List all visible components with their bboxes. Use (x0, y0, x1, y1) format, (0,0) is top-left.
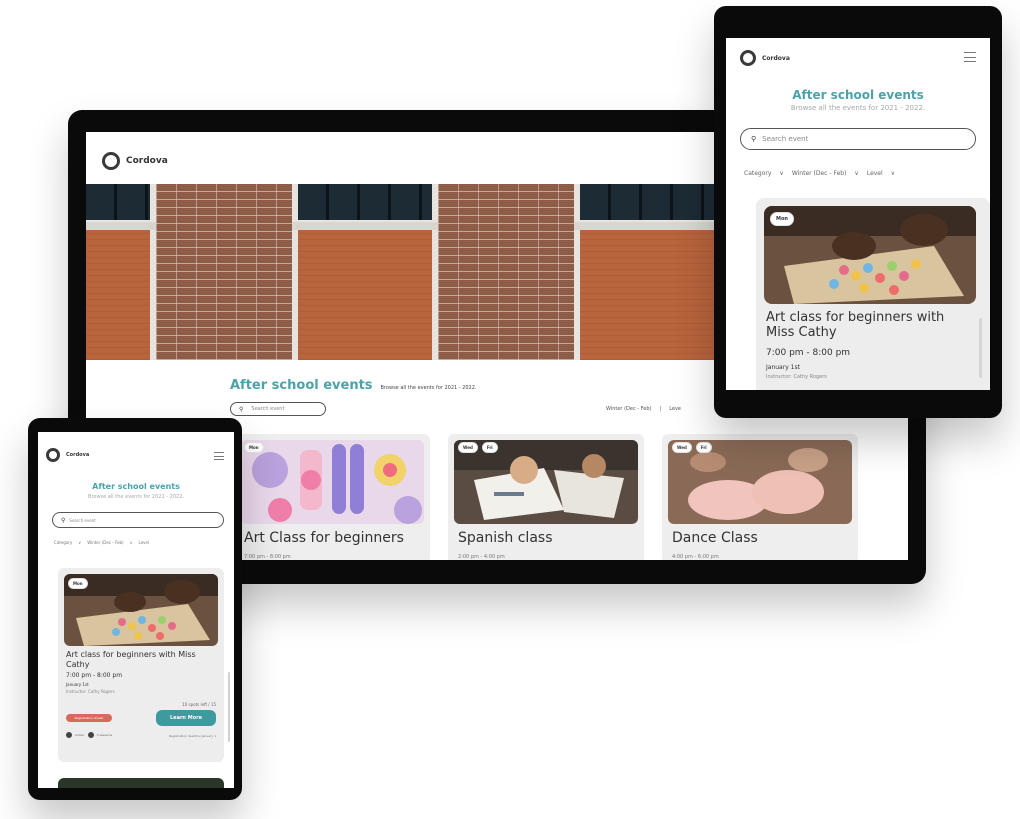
event-card[interactable]: Wed Fri Dance Class 4:00 pm - 6:00 pm (662, 434, 858, 560)
category-filter[interactable]: Category (744, 170, 771, 177)
search-placeholder: Search event (762, 135, 809, 143)
search-icon: ⚲ (239, 405, 244, 413)
brand-name: Cordova (66, 452, 90, 458)
page-subtitle: Browse all the events for 2021 - 2022. (380, 385, 477, 391)
search-input[interactable]: ⚲ Search event (740, 128, 976, 150)
brand-logo[interactable]: Cordova (740, 50, 790, 66)
brand-name: Cordova (126, 156, 168, 166)
chevron-down-icon: ∨ (890, 170, 896, 177)
day-chip: Fri (695, 442, 712, 453)
brand-name: Cordova (762, 54, 790, 62)
event-title[interactable]: Dance Class (672, 530, 758, 546)
brand-logo[interactable]: Cordova (46, 448, 89, 462)
tablet-frame: Cordova After school events Browse all t… (714, 6, 1002, 418)
event-instructor: Instructor: Cathy Rogers (766, 374, 827, 380)
status-badge: Registration closed (66, 714, 112, 722)
scrollbar[interactable] (228, 672, 230, 742)
day-chip: Mon (68, 578, 88, 589)
search-input[interactable]: ⚲ Search event (230, 402, 326, 416)
phone-frame: Cordova After school events Browse all t… (28, 418, 242, 800)
event-instructor: Instructor: Cathy Rogers (66, 689, 115, 694)
level-filter[interactable]: Level (867, 170, 883, 177)
filter-bar: Category ∨ Winter (Dec - Feb) ∨ Level ∨ (744, 170, 990, 177)
chevron-down-icon: ∨ (779, 170, 784, 177)
filter-bar: Winter (Dec - Feb) | Leve (606, 406, 681, 412)
filter-bar: Category ∨ Winter (Dec - Feb) ∨ Level (54, 540, 230, 545)
phone-screen: Cordova After school events Browse all t… (38, 432, 234, 788)
event-time: 2:00 pm - 4:00 pm (458, 554, 505, 560)
season-filter[interactable]: Winter (Dec - Feb) (792, 170, 847, 177)
brand-logo[interactable]: Cordova (102, 152, 168, 170)
event-time: 7:00 pm - 8:00 pm (244, 554, 291, 560)
logo-ring-icon (102, 152, 120, 170)
event-meta: Indoor 3 sessions (66, 732, 112, 738)
search-placeholder: Search event (69, 517, 96, 523)
page-subtitle: Browse all the events for 2021 - 2022. (88, 494, 184, 500)
event-title[interactable]: Art class for beginners with Miss Cathy (66, 650, 218, 670)
day-chip: Fri (481, 442, 498, 453)
filter-divider: | (659, 406, 662, 412)
day-chip: Mon (244, 442, 264, 453)
hero-window (292, 184, 438, 360)
page-title: After school events (230, 378, 373, 393)
chevron-down-icon: ∨ (129, 540, 133, 545)
day-chip: Mon (770, 212, 794, 226)
registration-note: Registration deadline January 1 (168, 734, 216, 738)
event-title[interactable]: Art class for beginners with Miss Cathy (766, 310, 972, 340)
event-image (764, 206, 976, 304)
event-meta-sessions: 3 sessions (96, 733, 113, 737)
page-subtitle: Browse all the events for 2021 - 2022. (790, 104, 926, 112)
page-title: After school events (792, 88, 924, 102)
device-showcase: Cordova After school events Browse all t… (0, 0, 1020, 819)
sessions-icon (87, 732, 94, 738)
season-filter[interactable]: Winter (Dec - Feb) (606, 406, 652, 412)
event-image (240, 440, 424, 524)
event-date: January 1st (766, 364, 800, 371)
learn-more-button[interactable]: Learn More (156, 710, 216, 726)
event-time: 7:00 pm - 8:00 pm (766, 348, 851, 358)
spots-left: 10 spots left / 15 (182, 702, 216, 707)
day-chips: Wed Fri (672, 442, 712, 453)
hero-window (574, 184, 720, 360)
event-meta-location: Indoor (75, 733, 85, 737)
page-title: After school events (92, 482, 180, 491)
event-time: 4:00 pm - 6:00 pm (672, 554, 719, 560)
logo-ring-icon (46, 448, 60, 462)
logo-ring-icon (740, 50, 756, 66)
search-icon: ⚲ (751, 135, 757, 143)
hero-window (86, 184, 156, 360)
tablet-screen: Cordova After school events Browse all t… (726, 38, 990, 390)
season-filter[interactable]: Winter (Dec - Feb) (87, 540, 123, 545)
laptop-title-row: After school events Browse all the event… (230, 378, 477, 393)
chevron-down-icon: ∨ (78, 540, 82, 545)
hamburger-menu-icon[interactable] (964, 52, 976, 62)
event-card[interactable]: Mon Art class for beginners with Miss Ca… (756, 198, 990, 390)
location-icon (66, 732, 72, 738)
event-title[interactable]: Art Class for beginners (244, 530, 404, 546)
scrollbar[interactable] (979, 318, 982, 378)
level-filter[interactable]: Level (139, 540, 150, 545)
next-event-card-preview[interactable] (58, 778, 224, 788)
event-card[interactable]: Mon Art class for beginners with Miss Ca… (58, 568, 224, 762)
day-chip: Wed (672, 442, 692, 453)
search-placeholder: Search event (251, 406, 285, 412)
hero-brick-wall (156, 184, 292, 360)
event-card[interactable]: Mon Art Class for beginners 7:00 pm - 8:… (234, 434, 430, 560)
category-filter[interactable]: Category (54, 540, 72, 545)
search-input[interactable]: ⚲ Search event (52, 512, 224, 528)
day-chips: Wed Fri (458, 442, 498, 453)
event-title[interactable]: Spanish class (458, 530, 553, 546)
search-icon: ⚲ (61, 516, 66, 524)
hero-brick-wall (438, 184, 574, 360)
level-filter[interactable]: Leve (669, 406, 681, 412)
chevron-down-icon: ∨ (854, 170, 859, 177)
hamburger-menu-icon[interactable] (214, 452, 224, 460)
event-card[interactable]: Wed Fri Spanish class 2:00 pm - 4:00 pm (448, 434, 644, 560)
event-time: 7:00 pm - 8:00 pm (66, 672, 123, 679)
day-chips: Mon (244, 442, 264, 453)
event-date: January 1st (66, 682, 89, 687)
day-chip: Wed (458, 442, 478, 453)
